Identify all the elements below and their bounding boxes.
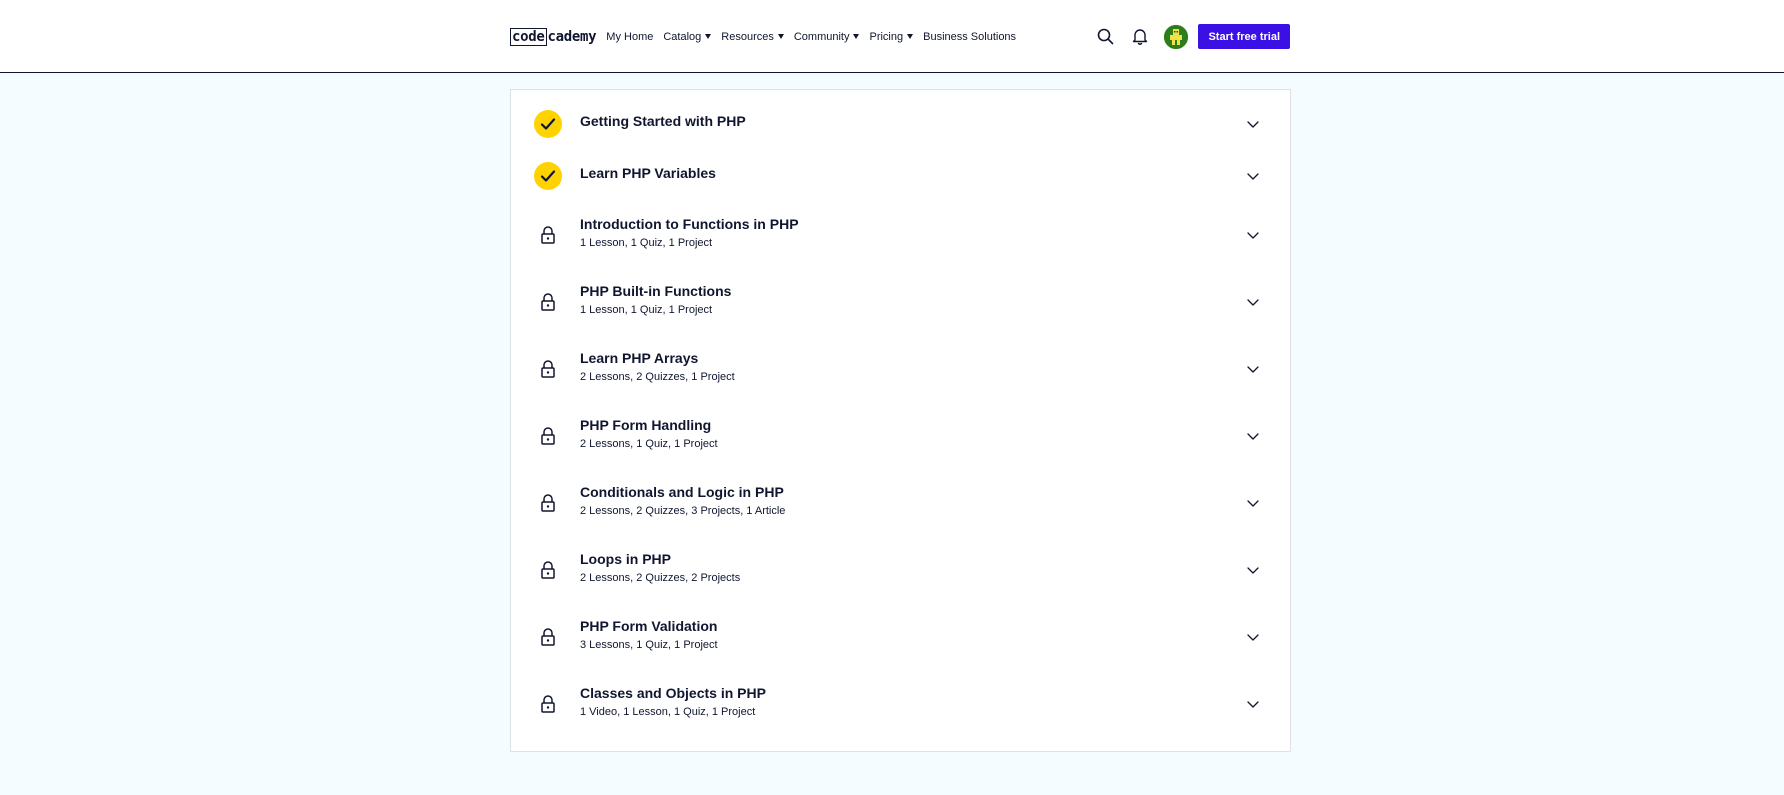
module-row[interactable]: PHP Built-in Functions 1 Lesson, 1 Quiz, … bbox=[511, 270, 1290, 337]
module-row[interactable]: Classes and Objects in PHP 1 Video, 1 Les… bbox=[511, 672, 1290, 739]
caret-down-icon bbox=[853, 34, 860, 39]
chevron-down-icon[interactable] bbox=[1246, 169, 1260, 183]
module-content-summary: 2 Lessons, 2 Quizzes, 2 Projects bbox=[580, 572, 741, 584]
nav-item-label: My Home bbox=[606, 30, 654, 43]
module-content-summary: 1 Lesson, 1 Quiz, 1 Project bbox=[580, 237, 713, 249]
module-row[interactable]: Getting Started with PHP bbox=[511, 100, 1290, 152]
header-container: code cademy My Home Catalog Resources Commun… bbox=[510, 0, 1290, 73]
syllabus-module-list: Getting Started with PHP Learn PHP Variab… bbox=[510, 89, 1291, 752]
caret-down-icon bbox=[907, 34, 914, 39]
nav-item-resources[interactable]: Resources bbox=[721, 31, 784, 43]
header-actions: Start free trial bbox=[1094, 0, 1290, 73]
codecademy-logo[interactable]: code cademy bbox=[510, 27, 597, 46]
module-row[interactable]: Learn PHP Variables bbox=[511, 152, 1290, 204]
search-icon[interactable] bbox=[1094, 26, 1116, 48]
module-row[interactable]: Conditionals and Logic in PHP 2 Lessons, … bbox=[511, 471, 1290, 538]
lock-icon bbox=[540, 561, 556, 579]
module-title: PHP Form Handling bbox=[580, 417, 712, 433]
chevron-down-icon[interactable] bbox=[1246, 697, 1260, 711]
chevron-down-icon[interactable] bbox=[1246, 496, 1260, 510]
lock-icon bbox=[540, 427, 556, 445]
logo-academy-text: cademy bbox=[547, 28, 597, 45]
nav-item-business-solutions[interactable]: Business Solutions bbox=[923, 31, 1016, 43]
chevron-down-icon[interactable] bbox=[1246, 117, 1260, 131]
module-title: PHP Built-in Functions bbox=[580, 283, 732, 299]
lock-icon bbox=[540, 226, 556, 244]
module-title: Getting Started with PHP bbox=[580, 113, 746, 129]
chevron-down-icon[interactable] bbox=[1246, 295, 1260, 309]
lock-icon bbox=[540, 494, 556, 512]
caret-down-icon bbox=[777, 34, 784, 39]
top-navigation-bar: code cademy My Home Catalog Resources Commun… bbox=[0, 0, 1784, 73]
nav-item-community[interactable]: Community bbox=[794, 31, 860, 43]
module-title: Learn PHP Arrays bbox=[580, 350, 699, 366]
module-title: PHP Form Validation bbox=[580, 618, 718, 634]
module-title: Introduction to Functions in PHP bbox=[580, 216, 799, 232]
completed-check-icon bbox=[534, 110, 562, 138]
completed-check-icon bbox=[534, 162, 562, 190]
module-title: Conditionals and Logic in PHP bbox=[580, 484, 784, 500]
bell-icon[interactable] bbox=[1129, 26, 1151, 48]
chevron-down-icon[interactable] bbox=[1246, 362, 1260, 376]
start-free-trial-button[interactable]: Start free trial bbox=[1198, 24, 1290, 49]
nav-item-label: Pricing bbox=[869, 30, 904, 43]
module-title: Learn PHP Variables bbox=[580, 165, 716, 181]
nav-item-catalog[interactable]: Catalog bbox=[663, 30, 712, 43]
module-title: Loops in PHP bbox=[580, 551, 671, 567]
nav-item-pricing[interactable]: Pricing bbox=[869, 30, 914, 43]
module-content-summary: 2 Lessons, 2 Quizzes, 3 Projects, 1 Arti… bbox=[580, 505, 786, 517]
module-content-summary: 2 Lessons, 1 Quiz, 1 Project bbox=[580, 438, 718, 450]
module-row[interactable]: Loops in PHP 2 Lessons, 2 Quizzes, 2 Proj… bbox=[511, 538, 1290, 605]
lock-icon bbox=[540, 695, 556, 713]
lock-icon bbox=[540, 628, 556, 646]
module-row[interactable]: Introduction to Functions in PHP 1 Lesson… bbox=[511, 203, 1290, 270]
module-content-summary: 2 Lessons, 2 Quizzes, 1 Project bbox=[580, 371, 735, 383]
lock-icon bbox=[540, 293, 556, 311]
nav-item-label: Resources bbox=[721, 30, 774, 43]
module-row[interactable]: PHP Form Validation 3 Lessons, 1 Quiz, 1 … bbox=[511, 605, 1290, 672]
module-content-summary: 3 Lessons, 1 Quiz, 1 Project bbox=[580, 639, 718, 651]
module-content-summary: 1 Lesson, 1 Quiz, 1 Project bbox=[580, 304, 713, 316]
chevron-down-icon[interactable] bbox=[1246, 563, 1260, 577]
chevron-down-icon[interactable] bbox=[1246, 429, 1260, 443]
nav-item-my-home[interactable]: My Home bbox=[606, 31, 653, 43]
main-nav: My Home Catalog Resources Community Pricing B… bbox=[606, 31, 1026, 43]
nav-item-label: Catalog bbox=[663, 30, 702, 43]
avatar[interactable] bbox=[1164, 24, 1189, 49]
chevron-down-icon[interactable] bbox=[1246, 630, 1260, 644]
module-row[interactable]: Learn PHP Arrays 2 Lessons, 2 Quizzes, 1 … bbox=[511, 337, 1290, 404]
logo-code-text: code bbox=[510, 27, 547, 46]
nav-item-label: Community bbox=[793, 30, 850, 43]
module-title: Classes and Objects in PHP bbox=[580, 685, 766, 701]
nav-item-label: Business Solutions bbox=[923, 30, 1017, 43]
module-content-summary: 1 Video, 1 Lesson, 1 Quiz, 1 Project bbox=[580, 706, 756, 718]
lock-icon bbox=[540, 360, 556, 378]
caret-down-icon bbox=[705, 34, 712, 39]
module-row[interactable]: PHP Form Handling 2 Lessons, 1 Quiz, 1 Pr… bbox=[511, 404, 1290, 471]
chevron-down-icon[interactable] bbox=[1246, 228, 1260, 242]
